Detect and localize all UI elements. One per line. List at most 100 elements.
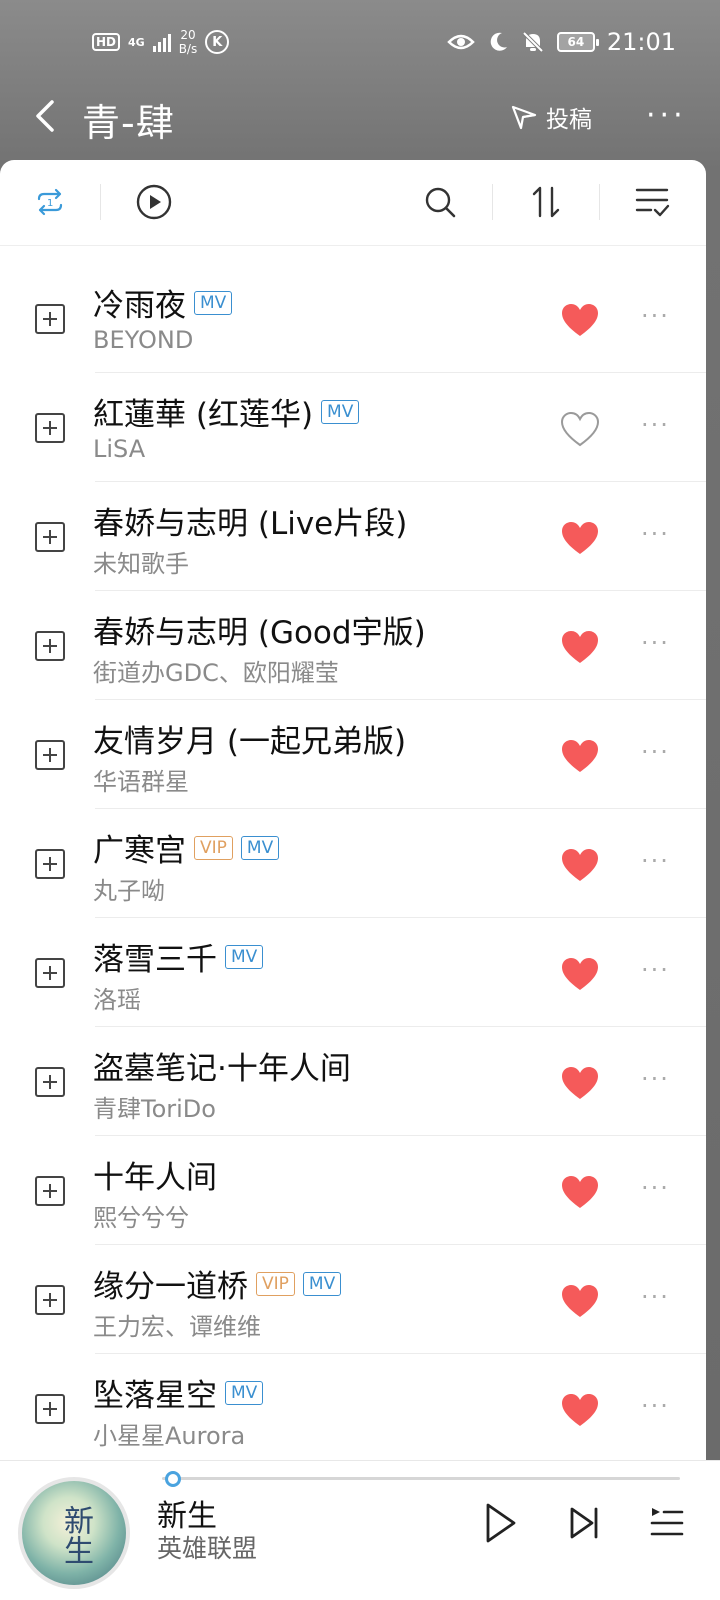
page-title: 青-肆 (82, 101, 175, 145)
add-to-playlist-icon[interactable] (35, 849, 65, 879)
k-app-icon: K (205, 30, 230, 54)
mv-badge[interactable]: MV (302, 1271, 342, 1296)
heart-filled-icon[interactable] (560, 629, 600, 665)
song-more-icon[interactable]: ··· (641, 956, 670, 984)
song-title-line: 十年人间 (93, 1152, 217, 1197)
playlist-toolbar: 1 (0, 160, 706, 246)
song-row[interactable]: 冷雨夜 MV BEYOND ··· (0, 264, 706, 373)
next-track-icon[interactable] (562, 1501, 606, 1545)
album-cover[interactable]: 新生 (18, 1477, 130, 1589)
song-title-line: 友情岁月 (一起兄弟版) (93, 716, 406, 761)
add-to-playlist-icon[interactable] (35, 740, 65, 770)
back-arrow-icon[interactable] (26, 96, 66, 136)
multi-select-icon[interactable] (630, 180, 674, 224)
song-more-icon[interactable]: ··· (641, 520, 670, 548)
mv-badge[interactable]: MV (225, 944, 264, 969)
heart-filled-icon[interactable] (560, 738, 600, 774)
add-to-playlist-icon[interactable] (35, 1176, 65, 1206)
song-artist: 青肆ToriDo (93, 1095, 216, 1123)
song-more-icon[interactable]: ··· (641, 411, 670, 439)
song-title-line: 盗墓笔记·十年人间 (93, 1043, 351, 1088)
heart-filled-icon[interactable] (560, 1392, 600, 1428)
network-speed: 20 B/s (179, 28, 198, 56)
heart-filled-icon[interactable] (560, 847, 600, 883)
mv-badge[interactable]: MV (321, 399, 360, 424)
song-artist: 小星星Aurora (93, 1422, 246, 1450)
status-bar: HD 4G 20 B/s K 64 21:01 (0, 0, 720, 88)
song-list: 冷雨夜 MV BEYOND ··· 紅蓮華 (红莲华) MV LiSA ··· 春娇… (0, 264, 706, 1463)
add-to-playlist-icon[interactable] (35, 522, 65, 552)
song-artist: LiSA (93, 435, 146, 463)
sort-icon[interactable] (524, 180, 568, 224)
eye-icon (447, 34, 475, 50)
song-more-icon[interactable]: ··· (641, 1283, 670, 1311)
add-to-playlist-icon[interactable] (35, 958, 65, 988)
svg-text:1: 1 (47, 198, 53, 209)
vip-badge: VIP (194, 835, 233, 860)
add-to-playlist-icon[interactable] (35, 413, 65, 443)
mv-badge[interactable]: MV (225, 1380, 264, 1405)
song-more-icon[interactable]: ··· (641, 1065, 670, 1093)
song-row[interactable]: 缘分一道桥 VIP MV 王力宏、谭维维 ··· (0, 1245, 706, 1354)
song-title-line: 广寒宫 VIP MV (93, 825, 280, 870)
heart-filled-icon[interactable] (560, 1065, 600, 1101)
song-row[interactable]: 十年人间 熙兮兮兮 ··· (0, 1136, 706, 1245)
repeat-one-icon[interactable]: 1 (28, 180, 72, 224)
mv-badge[interactable]: MV (194, 290, 233, 315)
heart-filled-icon[interactable] (560, 1283, 600, 1319)
song-more-icon[interactable]: ··· (641, 847, 670, 875)
song-title-line: 缘分一道桥 VIP MV (93, 1261, 342, 1306)
song-artist: 丸子呦 (93, 877, 165, 905)
song-more-icon[interactable]: ··· (641, 738, 670, 766)
progress-bar[interactable] (162, 1477, 680, 1480)
add-to-playlist-icon[interactable] (35, 304, 65, 334)
song-row[interactable]: 春娇与志明 (Live片段) 未知歌手 ··· (0, 482, 706, 591)
song-title-line: 冷雨夜 MV (93, 280, 233, 325)
song-row[interactable]: 落雪三千 MV 洛瑶 ··· (0, 918, 706, 1027)
song-more-icon[interactable]: ··· (641, 629, 670, 657)
play-icon[interactable] (478, 1501, 522, 1545)
submit-label: 投稿 (546, 107, 592, 133)
paper-plane-icon (511, 105, 537, 130)
mini-player[interactable]: 新生 新生 英雄联盟 (0, 1460, 720, 1600)
song-title: 春娇与志明 (Live片段) (93, 506, 408, 542)
mv-badge[interactable]: MV (240, 835, 280, 860)
song-row[interactable]: 友情岁月 (一起兄弟版) 华语群星 ··· (0, 700, 706, 809)
song-more-icon[interactable]: ··· (641, 1392, 670, 1420)
play-circle-icon[interactable] (132, 180, 176, 224)
heart-filled-icon[interactable] (560, 956, 600, 992)
heart-filled-icon[interactable] (560, 520, 600, 556)
add-to-playlist-icon[interactable] (35, 631, 65, 661)
progress-handle[interactable] (165, 1471, 182, 1487)
network-speed-unit: B/s (178, 42, 198, 56)
song-artist: 街道办GDC、欧阳耀莹 (93, 659, 339, 687)
song-title: 春娇与志明 (Good宇版) (93, 615, 426, 651)
playlist-card: 1 冷雨夜 MV BEYOND ··· 紅蓮華 (红莲华) MV LiSA ··… (0, 160, 706, 1463)
song-title: 十年人间 (93, 1160, 217, 1196)
song-row[interactable]: 春娇与志明 (Good宇版) 街道办GDC、欧阳耀莹 ··· (0, 591, 706, 700)
submit-button[interactable]: 投稿 (510, 100, 592, 134)
vip-badge: VIP (256, 1271, 295, 1296)
heart-outline-icon[interactable] (560, 411, 600, 447)
song-title: 友情岁月 (一起兄弟版) (93, 724, 407, 760)
heart-filled-icon[interactable] (560, 302, 600, 338)
heart-filled-icon[interactable] (560, 1174, 600, 1210)
song-title: 广寒宫 (93, 833, 186, 869)
song-artist: BEYOND (93, 326, 194, 354)
song-more-icon[interactable]: ··· (641, 1174, 670, 1202)
song-row[interactable]: 广寒宫 VIP MV 丸子呦 ··· (0, 809, 706, 918)
more-menu-icon[interactable]: ··· (646, 98, 687, 133)
add-to-playlist-icon[interactable] (35, 1067, 65, 1097)
song-title-line: 坠落星空 MV (93, 1370, 264, 1415)
play-queue-icon[interactable] (645, 1501, 689, 1545)
song-artist: 熙兮兮兮 (93, 1204, 189, 1232)
add-to-playlist-icon[interactable] (35, 1285, 65, 1315)
search-icon[interactable] (418, 180, 462, 224)
song-title: 紅蓮華 (红莲华) (93, 397, 314, 433)
song-row[interactable]: 紅蓮華 (红莲华) MV LiSA ··· (0, 373, 706, 482)
song-more-icon[interactable]: ··· (641, 302, 670, 330)
song-row[interactable]: 盗墓笔记·十年人间 青肆ToriDo ··· (0, 1027, 706, 1136)
add-to-playlist-icon[interactable] (35, 1394, 65, 1424)
song-row[interactable]: 坠落星空 MV 小星星Aurora ··· (0, 1354, 706, 1463)
bell-off-icon (522, 31, 544, 53)
